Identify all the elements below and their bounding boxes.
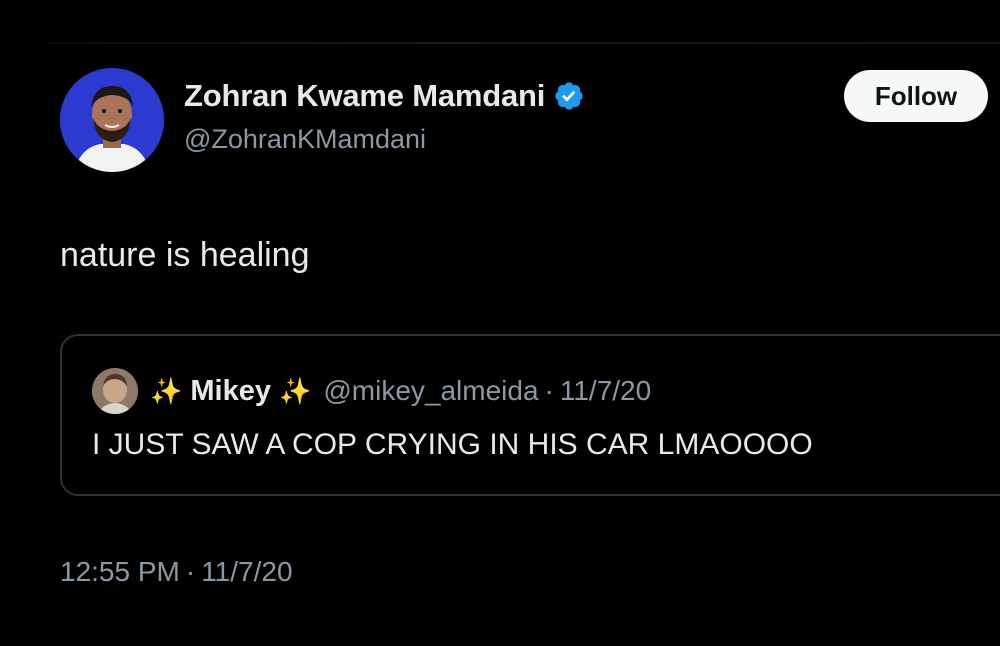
dot-separator: · — [185, 556, 196, 587]
tweet-time: 12:55 PM — [60, 556, 180, 587]
quoted-tweet-text: I JUST SAW A COP CRYING IN HIS CAR LMAOO… — [92, 428, 813, 461]
quoted-author-handle: @mikey_almeida — [323, 375, 539, 406]
quoted-author-avatar[interactable] — [92, 368, 138, 414]
avatar-photo-icon — [60, 68, 164, 172]
sparkles-icon: ✨ — [278, 376, 312, 406]
quoted-tweet-header: ✨ Mikey ✨ @mikey_almeida · 11/7/20 — [92, 366, 651, 416]
tweet-card: Zohran Kwame Mamdani @ZohranKMamdani Fol… — [0, 0, 1000, 646]
sparkles-icon: ✨ — [150, 376, 183, 406]
quoted-author-name[interactable]: Mikey — [190, 375, 271, 408]
follow-button[interactable]: Follow — [844, 70, 988, 122]
author-name-row: Zohran Kwame Mamdani — [184, 76, 585, 116]
tweet-date: 11/7/20 — [201, 556, 293, 587]
tweet-text: nature is healing — [60, 236, 310, 274]
quoted-tweet-card[interactable]: ✨ Mikey ✨ @mikey_almeida · 11/7/20 I JUS… — [60, 334, 1000, 496]
tweet-timestamp[interactable]: 12:55 PM · 11/7/20 — [60, 556, 293, 588]
author-name[interactable]: Zohran Kwame Mamdani — [184, 78, 545, 114]
quoted-tweet-date[interactable]: 11/7/20 — [560, 375, 651, 407]
top-divider — [46, 42, 1000, 44]
avatar-photo-icon — [92, 368, 138, 414]
author-avatar[interactable] — [60, 68, 164, 172]
dot-separator: · — [544, 375, 554, 406]
author-handle[interactable]: @ZohranKMamdani — [184, 124, 426, 155]
verified-badge-icon — [555, 82, 583, 110]
